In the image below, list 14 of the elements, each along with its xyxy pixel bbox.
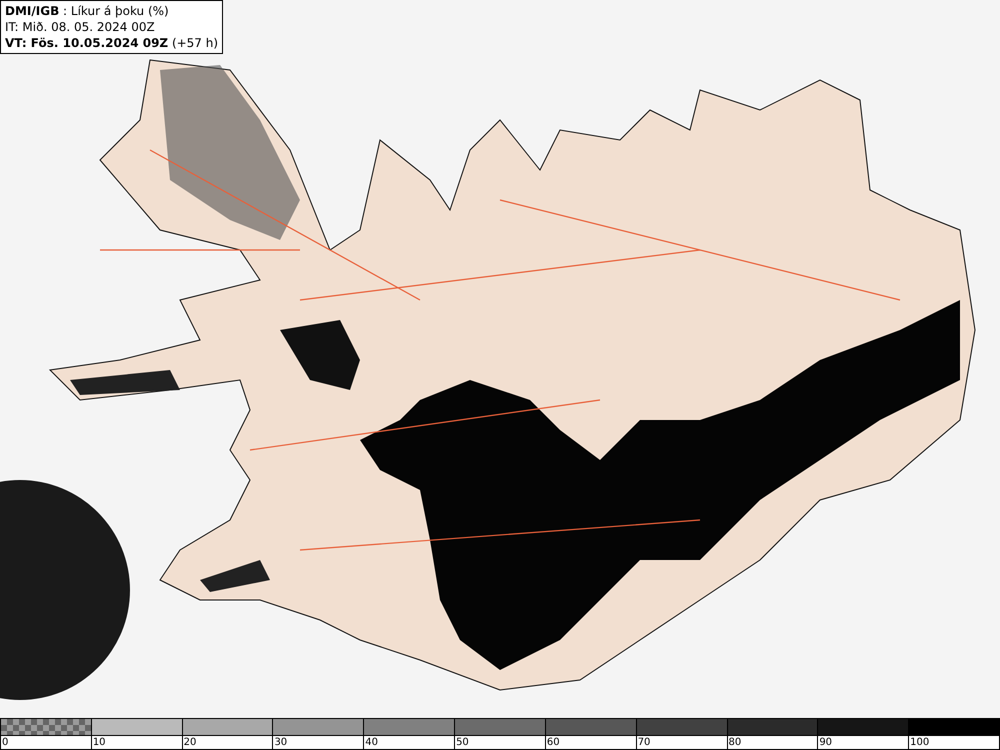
legend-label: 80 bbox=[728, 736, 742, 749]
legend-label: 100 bbox=[909, 736, 930, 749]
legend-label: 30 bbox=[273, 736, 288, 749]
legend-label: 60 bbox=[546, 736, 560, 749]
legend-label: 20 bbox=[182, 736, 196, 749]
info-text: IT: Mið. 08. 05. 2024 00Z bbox=[5, 19, 156, 35]
legend-label: 10 bbox=[92, 736, 106, 749]
legend-label: 40 bbox=[364, 736, 378, 749]
legend-label: 0 bbox=[1, 736, 8, 749]
legend-label: 70 bbox=[636, 736, 650, 749]
legend-label: 50 bbox=[455, 736, 469, 749]
info-text: DMI/IGB : Líkur á þoku (%) bbox=[5, 3, 170, 19]
info-text: VT: Fös. 10.05.2024 09Z (+57 h) bbox=[5, 35, 218, 51]
legend-label: 90 bbox=[818, 736, 832, 749]
